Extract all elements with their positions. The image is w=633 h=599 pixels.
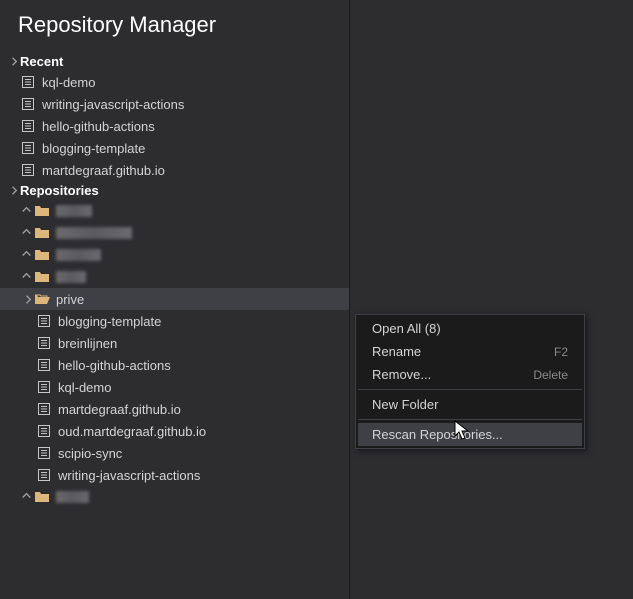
repo-item[interactable]: martdegraaf.github.io (0, 398, 349, 420)
item-label: hello-github-actions (42, 119, 155, 134)
blurred-label (56, 491, 89, 503)
repo-item[interactable]: oud.martdegraaf.github.io (0, 420, 349, 442)
item-label: scipio-sync (58, 446, 122, 461)
menu-rescan-repositories[interactable]: Rescan Repositories... (358, 423, 582, 446)
menu-new-folder[interactable]: New Folder (358, 393, 582, 416)
chevron-down-icon (6, 56, 18, 68)
sidebar: Repository Manager Recent kql-demo writi… (0, 0, 350, 599)
item-label: writing-javascript-actions (42, 97, 184, 112)
content-area (350, 0, 633, 599)
folder-item-blurred[interactable] (0, 222, 349, 244)
repo-icon (20, 118, 36, 134)
folder-icon (34, 247, 50, 263)
repo-icon (20, 74, 36, 90)
recent-item[interactable]: hello-github-actions (0, 115, 349, 137)
item-label: writing-javascript-actions (58, 468, 200, 483)
item-label: breinlijnen (58, 336, 117, 351)
item-label: hello-github-actions (58, 358, 171, 373)
recent-item[interactable]: blogging-template (0, 137, 349, 159)
chevron-right-icon (20, 205, 32, 217)
folder-item-blurred[interactable] (0, 266, 349, 288)
item-label: oud.martdegraaf.github.io (58, 424, 206, 439)
menu-rename[interactable]: Rename F2 (358, 340, 582, 363)
section-repositories[interactable]: Repositories (0, 181, 349, 200)
section-recent[interactable]: Recent (0, 52, 349, 71)
section-label: Repositories (20, 183, 99, 198)
chevron-right-icon (20, 271, 32, 283)
menu-label: New Folder (372, 397, 438, 412)
repo-icon (36, 423, 52, 439)
item-label: blogging-template (42, 141, 145, 156)
blurred-label (56, 271, 86, 283)
menu-separator (358, 419, 582, 420)
repo-item[interactable]: kql-demo (0, 376, 349, 398)
menu-shortcut: Delete (533, 368, 568, 382)
blurred-label (56, 227, 132, 239)
menu-separator (358, 389, 582, 390)
chevron-right-icon (20, 227, 32, 239)
item-label: blogging-template (58, 314, 161, 329)
folder-item-blurred[interactable] (0, 200, 349, 222)
repo-icon (36, 467, 52, 483)
menu-label: Remove... (372, 367, 431, 382)
folder-item-prive[interactable]: prive (0, 288, 349, 310)
repo-icon (36, 357, 52, 373)
menu-open-all[interactable]: Open All (8) (358, 317, 582, 340)
folder-icon (34, 225, 50, 241)
folder-item-blurred[interactable] (0, 486, 349, 508)
recent-item[interactable]: martdegraaf.github.io (0, 159, 349, 181)
chevron-right-icon (20, 491, 32, 503)
blurred-label (56, 249, 101, 261)
menu-remove[interactable]: Remove... Delete (358, 363, 582, 386)
folder-icon (34, 269, 50, 285)
repo-item[interactable]: hello-github-actions (0, 354, 349, 376)
repo-icon (36, 401, 52, 417)
repo-icon (20, 140, 36, 156)
menu-shortcut: F2 (554, 345, 568, 359)
chevron-right-icon (20, 249, 32, 261)
recent-item[interactable]: writing-javascript-actions (0, 93, 349, 115)
folder-label: prive (56, 292, 84, 307)
menu-label: Rescan Repositories... (372, 427, 503, 442)
context-menu: Open All (8) Rename F2 Remove... Delete … (355, 314, 585, 449)
item-label: martdegraaf.github.io (58, 402, 181, 417)
repo-item[interactable]: blogging-template (0, 310, 349, 332)
page-title: Repository Manager (0, 0, 349, 52)
repo-item[interactable]: scipio-sync (0, 442, 349, 464)
folder-item-blurred[interactable] (0, 244, 349, 266)
item-label: kql-demo (58, 380, 111, 395)
folder-icon (34, 489, 50, 505)
recent-item[interactable]: kql-demo (0, 71, 349, 93)
repo-item[interactable]: writing-javascript-actions (0, 464, 349, 486)
tree: Recent kql-demo writing-javascript-actio… (0, 52, 349, 508)
chevron-down-icon (20, 293, 32, 305)
folder-open-icon (34, 291, 50, 307)
repo-item[interactable]: breinlijnen (0, 332, 349, 354)
section-label: Recent (20, 54, 63, 69)
repo-icon (36, 335, 52, 351)
folder-icon (34, 203, 50, 219)
repo-icon (36, 379, 52, 395)
repo-icon (20, 162, 36, 178)
item-label: martdegraaf.github.io (42, 163, 165, 178)
blurred-label (56, 205, 92, 217)
chevron-down-icon (6, 185, 18, 197)
repo-icon (36, 313, 52, 329)
menu-label: Open All (8) (372, 321, 441, 336)
item-label: kql-demo (42, 75, 95, 90)
repo-icon (36, 445, 52, 461)
menu-label: Rename (372, 344, 421, 359)
repo-icon (20, 96, 36, 112)
